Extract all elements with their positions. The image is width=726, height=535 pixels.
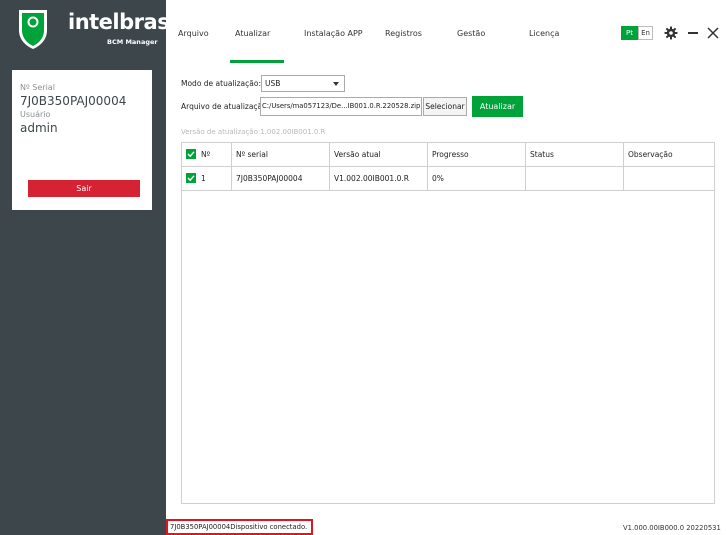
header-progress: Progresso <box>428 143 526 166</box>
sidebar: intelbras BCM Manager Nº Serial 7J0B350P… <box>0 0 170 535</box>
table-row[interactable]: 1 7J0B350PAJ00004 V1.002.00IB001.0.R 0% <box>182 167 714 191</box>
gear-icon[interactable] <box>664 26 678 40</box>
brand-name: intelbras <box>68 10 170 34</box>
active-tab-indicator <box>230 60 284 63</box>
update-mode-label: Modo de atualização: <box>181 79 261 88</box>
tab-arquivo[interactable]: Arquivo <box>178 29 209 38</box>
update-mode-select[interactable]: USB <box>261 75 345 92</box>
row-serial: 7J0B350PAJ00004 <box>232 167 330 190</box>
header-no-cell: Nº <box>182 143 232 166</box>
update-version-hint: Versão de atualização:1.002.00IB001.0.R <box>181 128 326 136</box>
row-progress: 0% <box>428 167 526 190</box>
row-status <box>526 167 624 190</box>
select-file-button[interactable]: Selecionar <box>423 97 467 116</box>
language-pt-button[interactable]: Pt <box>621 26 638 40</box>
tab-licenca[interactable]: Licença <box>529 29 559 38</box>
row-no: 1 <box>201 174 206 183</box>
table-header-row: Nº Nº serial Versão atual Progresso Stat… <box>182 143 714 167</box>
close-icon[interactable] <box>706 26 720 40</box>
update-mode-value: USB <box>265 79 281 88</box>
checkbox-checked-icon[interactable] <box>186 149 196 159</box>
row-no-cell: 1 <box>182 167 232 190</box>
tab-atualizar[interactable]: Atualizar <box>235 29 270 38</box>
device-info-card: Nº Serial 7J0B350PAJ00004 Usuário admin … <box>12 70 152 210</box>
user-label: Usuário <box>20 110 51 119</box>
shield-logo-icon <box>19 10 47 49</box>
tab-registros[interactable]: Registros <box>385 29 422 38</box>
serial-label: Nº Serial <box>20 83 55 92</box>
logout-button[interactable]: Sair <box>28 180 140 197</box>
brand-subtitle: BCM Manager <box>107 38 158 46</box>
logo-area: intelbras BCM Manager <box>0 0 170 64</box>
tab-gestao[interactable]: Gestão <box>457 29 485 38</box>
header-current-version: Versão atual <box>330 143 428 166</box>
app-version: V1.000.00IB000.0 20220531 <box>623 524 721 532</box>
header-observation: Observação <box>628 150 673 159</box>
update-file-label: Arquivo de atualização: <box>181 102 270 111</box>
row-current-version: V1.002.00IB001.0.R <box>330 167 428 190</box>
user-value: admin <box>20 121 58 135</box>
dropdown-caret-icon <box>333 82 339 86</box>
header-no: Nº <box>201 150 211 159</box>
language-en-button[interactable]: En <box>638 26 653 40</box>
header-serial: Nº serial <box>232 143 330 166</box>
row-observation <box>624 167 714 190</box>
checkbox-checked-icon[interactable] <box>186 173 196 183</box>
minimize-icon[interactable] <box>688 32 698 34</box>
update-button[interactable]: Atualizar <box>472 96 523 117</box>
status-message: 7J0B350PAJ00004Dispositivo conectado. <box>166 519 313 535</box>
devices-table: Nº Nº serial Versão atual Progresso Stat… <box>181 142 715 504</box>
update-file-input[interactable]: C:/Users/ma057123/De...IB001.0.R.220528.… <box>260 97 422 116</box>
header-status: Status <box>526 143 624 166</box>
tab-instalacao-app[interactable]: Instalação APP <box>304 29 363 38</box>
serial-value: 7J0B350PAJ00004 <box>20 94 127 108</box>
